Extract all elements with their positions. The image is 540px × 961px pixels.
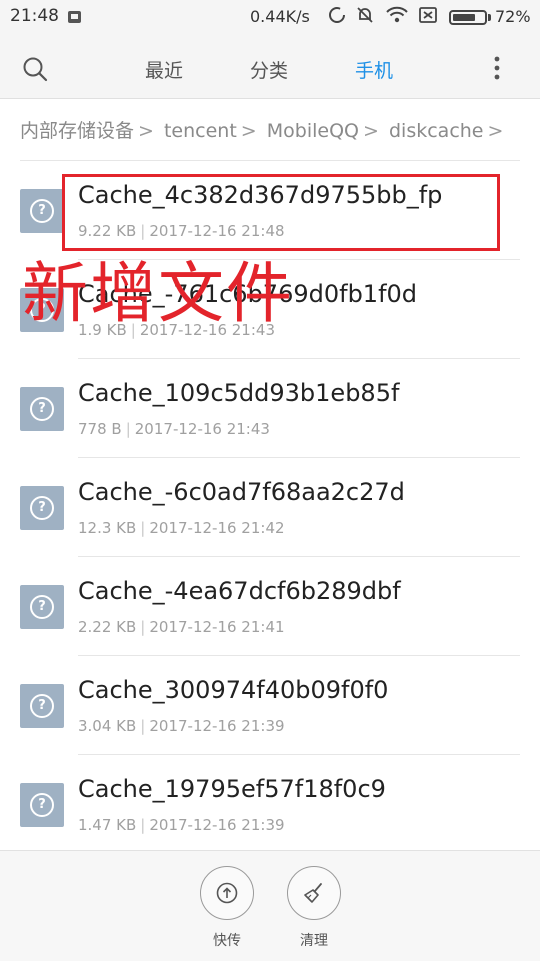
list-item[interactable]: ? Cache_300974f40b09f0f0 3.04 KB | 2017-12… bbox=[0, 656, 540, 755]
unknown-file-icon: ? bbox=[20, 783, 64, 827]
breadcrumb-mobileqq[interactable]: MobileQQ bbox=[267, 120, 359, 142]
file-size: 2.22 KB bbox=[78, 618, 137, 636]
broom-icon bbox=[287, 866, 341, 920]
list-item[interactable]: ? Cache_109c5dd93b1eb85f 778 B | 2017-12-1… bbox=[0, 359, 540, 458]
annotation-new-file: 新增文件 bbox=[22, 255, 294, 332]
top-toolbar: 最近 分类 手机 bbox=[0, 36, 540, 99]
notification-icon bbox=[68, 11, 81, 23]
unknown-file-icon: ? bbox=[20, 585, 64, 629]
tab-phone[interactable]: 手机 bbox=[355, 56, 393, 83]
clean-button[interactable]: 清理 bbox=[284, 866, 344, 950]
file-meta: 2.22 KB | 2017-12-16 21:41 bbox=[78, 618, 285, 636]
battery-tip bbox=[488, 14, 491, 21]
list-item[interactable]: ? Cache_-6c0ad7f68aa2c27d 12.3 KB | 2017-1… bbox=[0, 458, 540, 557]
file-size: 3.04 KB bbox=[78, 717, 137, 735]
unknown-file-icon: ? bbox=[20, 189, 64, 233]
file-date: 2017-12-16 21:42 bbox=[149, 519, 285, 537]
sync-icon bbox=[327, 5, 347, 30]
more-vertical-icon[interactable] bbox=[490, 54, 504, 84]
unknown-file-icon: ? bbox=[20, 486, 64, 530]
list-item[interactable]: ? Cache_19795ef57f18f0c9 1.47 KB | 2017-12… bbox=[0, 755, 540, 854]
file-name: Cache_109c5dd93b1eb85f bbox=[78, 379, 400, 407]
breadcrumb-internal-storage[interactable]: 内部存储设备 bbox=[20, 120, 134, 142]
status-bar: 21:48 0.44K/s 72% bbox=[0, 0, 540, 36]
file-name: Cache_19795ef57f18f0c9 bbox=[78, 775, 386, 803]
tab-category[interactable]: 分类 bbox=[250, 56, 288, 83]
file-date: 2017-12-16 21:43 bbox=[134, 420, 270, 438]
tab-recent[interactable]: 最近 bbox=[145, 56, 183, 83]
status-time: 21:48 bbox=[10, 6, 59, 26]
file-size: 12.3 KB bbox=[78, 519, 137, 537]
network-speed: 0.44K/s bbox=[250, 7, 310, 26]
unknown-file-icon: ? bbox=[20, 387, 64, 431]
wifi-icon bbox=[386, 5, 408, 30]
list-item[interactable]: ? Cache_-4ea67dcf6b289dbf 2.22 KB | 2017-1… bbox=[0, 557, 540, 656]
breadcrumb-chevron-icon: > bbox=[487, 120, 504, 142]
file-meta: 778 B | 2017-12-16 21:43 bbox=[78, 420, 270, 438]
file-date: 2017-12-16 21:39 bbox=[149, 717, 285, 735]
breadcrumb-chevron-icon: > bbox=[363, 120, 379, 142]
breadcrumb-diskcache[interactable]: diskcache bbox=[389, 120, 484, 142]
clean-label: 清理 bbox=[300, 933, 328, 949]
file-meta: 3.04 KB | 2017-12-16 21:39 bbox=[78, 717, 285, 735]
search-icon[interactable] bbox=[22, 56, 48, 82]
unknown-file-icon: ? bbox=[20, 684, 64, 728]
highlight-box bbox=[62, 174, 500, 251]
breadcrumb-tencent[interactable]: tencent bbox=[164, 120, 237, 142]
battery-percentage: 72% bbox=[495, 7, 531, 26]
file-name: Cache_300974f40b09f0f0 bbox=[78, 676, 389, 704]
upload-share-icon bbox=[200, 866, 254, 920]
battery-level bbox=[453, 14, 475, 21]
mute-bell-icon bbox=[355, 5, 375, 30]
no-sim-icon bbox=[418, 5, 438, 30]
bottom-action-bar: 快传 清理 bbox=[0, 850, 540, 961]
share-label: 快传 bbox=[213, 933, 241, 949]
breadcrumb-chevron-icon: > bbox=[138, 120, 154, 142]
file-date: 2017-12-16 21:39 bbox=[149, 816, 285, 834]
file-date: 2017-12-16 21:41 bbox=[149, 618, 285, 636]
file-meta: 1.47 KB | 2017-12-16 21:39 bbox=[78, 816, 285, 834]
file-size: 778 B bbox=[78, 420, 122, 438]
share-button[interactable]: 快传 bbox=[197, 866, 257, 950]
file-name: Cache_-4ea67dcf6b289dbf bbox=[78, 577, 401, 605]
file-meta: 12.3 KB | 2017-12-16 21:42 bbox=[78, 519, 285, 537]
breadcrumb-chevron-icon: > bbox=[240, 120, 257, 142]
battery-icon bbox=[449, 10, 487, 25]
file-name: Cache_-6c0ad7f68aa2c27d bbox=[78, 478, 405, 506]
file-size: 1.47 KB bbox=[78, 816, 137, 834]
breadcrumb: 内部存储设备 > tencent > MobileQQ > diskcache > bbox=[20, 116, 507, 146]
